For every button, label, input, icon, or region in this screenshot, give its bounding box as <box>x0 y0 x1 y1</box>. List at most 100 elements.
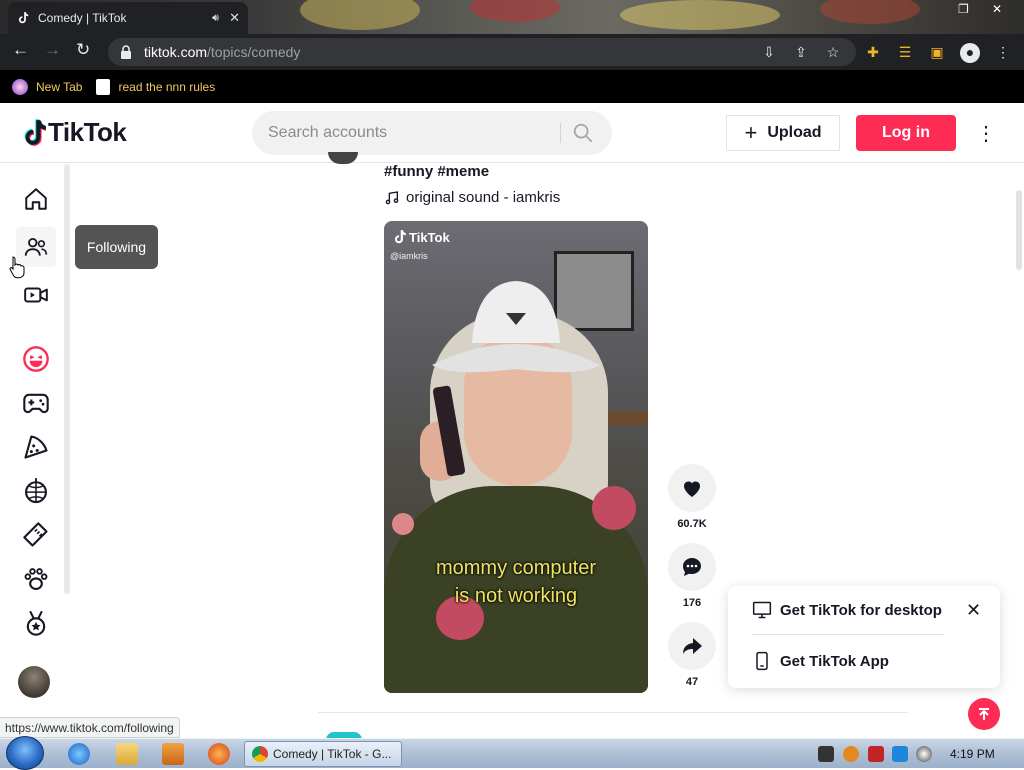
profile-avatar-icon[interactable]: ● <box>960 43 980 63</box>
url-host: tiktok.com <box>144 44 208 60</box>
speaker-icon[interactable]: 🔊︎ <box>212 12 219 25</box>
share-icon[interactable]: ⇪ <box>792 43 810 61</box>
more-options-icon[interactable]: ⋮ <box>976 121 996 146</box>
get-desktop-link[interactable]: Get TikTok for desktop <box>752 600 942 620</box>
post-divider <box>318 712 908 713</box>
search-icon[interactable] <box>572 122 594 144</box>
post-sound[interactable]: original sound - iamkris <box>384 189 560 206</box>
video-player[interactable]: TikTok @iamkris mommy computer is not wo… <box>384 221 648 693</box>
close-window-icon[interactable]: ✕ <box>992 2 1002 16</box>
chrome-task-label: Comedy | TikTok - G... <box>273 747 392 761</box>
system-clock[interactable]: 4:19 PM <box>950 747 995 761</box>
forward-icon[interactable]: → <box>44 40 61 60</box>
people-icon <box>24 237 48 256</box>
paw-icon <box>24 568 48 590</box>
install-app-icon[interactable]: ⇩ <box>760 43 778 61</box>
chrome-menu-icon[interactable]: ⋮ <box>994 43 1012 61</box>
link-status-url: https://www.tiktok.com/following <box>0 717 180 738</box>
search-input[interactable] <box>268 111 558 155</box>
nav-comedy[interactable] <box>16 339 56 379</box>
tiktok-watermark-icon <box>395 230 406 244</box>
reading-list-icon[interactable]: ☰ <box>896 43 914 61</box>
comment-bubble-icon <box>683 558 701 576</box>
tiktok-wordmark: TikTok <box>48 117 127 147</box>
mobile-phone-icon <box>756 651 768 671</box>
address-bar[interactable]: tiktok.com/topics/comedy <box>108 38 856 66</box>
scroll-to-top-button[interactable] <box>968 698 1000 730</box>
bucket-hat-shape <box>432 281 600 373</box>
get-app-link[interactable]: Get TikTok App <box>752 651 889 671</box>
browser-tab-strip: Comedy | TikTok 🔊︎ ✕ ❐ ✕ <box>0 0 1024 34</box>
tiktok-logo-icon <box>24 118 46 146</box>
nav-beauty[interactable] <box>16 515 56 555</box>
start-button[interactable] <box>6 736 44 770</box>
card-divider <box>752 634 944 635</box>
file-explorer-icon[interactable] <box>116 743 138 765</box>
tray-flag-icon[interactable] <box>818 746 834 762</box>
tray-network-icon[interactable] <box>892 746 908 762</box>
bookmark-new-tab[interactable]: New Tab <box>12 78 82 95</box>
live-video-icon <box>24 287 48 303</box>
nav-dance[interactable] <box>16 471 56 511</box>
like-button[interactable] <box>668 464 716 512</box>
post-hashtags[interactable]: #funny #meme <box>384 163 489 180</box>
pizza-icon <box>24 435 48 459</box>
internet-explorer-icon[interactable] <box>68 743 90 765</box>
caption-line: mommy computer <box>435 557 597 579</box>
search-divider <box>560 123 561 143</box>
nav-gaming[interactable] <box>16 383 56 423</box>
flower-embroidery <box>592 486 636 530</box>
nav-live[interactable] <box>16 275 56 315</box>
nav-food[interactable] <box>16 427 56 467</box>
flower-embroidery <box>392 513 414 535</box>
back-icon[interactable]: ← <box>12 40 29 60</box>
tray-volume-icon[interactable] <box>916 746 932 762</box>
laughing-face-icon <box>23 346 49 372</box>
extensions-icon[interactable]: ✚ <box>864 43 882 61</box>
hand-cursor-icon <box>9 256 25 279</box>
nav-sports[interactable] <box>16 603 56 643</box>
disco-ball-icon <box>25 478 47 504</box>
desktop-label: Get TikTok for desktop <box>780 601 942 619</box>
url-path: /topics/comedy <box>207 44 301 60</box>
plus-icon: + <box>744 120 758 145</box>
comment-button[interactable] <box>668 543 716 591</box>
tiktok-logo[interactable]: TikTok <box>20 117 127 148</box>
arrow-up-icon <box>979 708 989 720</box>
chrome-taskbar-button[interactable]: Comedy | TikTok - G... <box>244 741 402 767</box>
watermark-text: TikTok <box>409 229 450 245</box>
sound-label: original sound - iamkris <box>406 189 561 206</box>
close-tab-icon[interactable]: ✕ <box>229 10 240 26</box>
tray-action-center-icon[interactable] <box>868 746 884 762</box>
chrome-icon <box>252 746 268 762</box>
side-panel-icon[interactable]: ▣ <box>928 43 946 61</box>
upload-button[interactable]: + Upload <box>726 115 840 151</box>
app-label: Get TikTok App <box>780 652 889 670</box>
suggested-account-avatar[interactable] <box>18 666 50 698</box>
reload-icon[interactable]: ↻ <box>76 40 90 60</box>
bookmark-nnn-rules[interactable]: read the nnn rules <box>96 78 215 95</box>
tray-search-icon[interactable] <box>843 746 859 762</box>
close-card-icon[interactable]: ✕ <box>966 600 981 621</box>
restore-window-icon[interactable]: ❐ <box>958 2 969 16</box>
share-count: 47 <box>685 676 699 688</box>
login-button[interactable]: Log in <box>856 115 956 151</box>
nav-for-you[interactable] <box>16 179 56 219</box>
app-icon[interactable] <box>208 743 230 765</box>
windows-taskbar: Comedy | TikTok - G... 4:19 PM <box>0 736 1024 770</box>
bookmark-star-icon[interactable]: ☆ <box>824 43 842 61</box>
browser-tab[interactable]: Comedy | TikTok 🔊︎ ✕ <box>8 2 248 34</box>
medal-icon <box>26 610 46 636</box>
lock-icon <box>121 45 131 59</box>
following-tooltip: Following <box>75 225 158 269</box>
media-player-icon[interactable] <box>162 743 184 765</box>
browser-toolbar: ← → ↻ tiktok.com/topics/comedy ⇩ ⇪ ☆ ✚ ☰… <box>0 34 1024 70</box>
nav-animals[interactable] <box>16 559 56 599</box>
home-icon <box>25 188 47 210</box>
caption-line: is not working <box>454 585 578 607</box>
share-button[interactable] <box>668 622 716 670</box>
m-bookmark-icon <box>96 78 111 95</box>
tiktok-favicon-icon <box>18 12 29 24</box>
page-scrollbar[interactable] <box>1016 190 1022 270</box>
sidebar-scrollbar[interactable] <box>64 164 70 594</box>
